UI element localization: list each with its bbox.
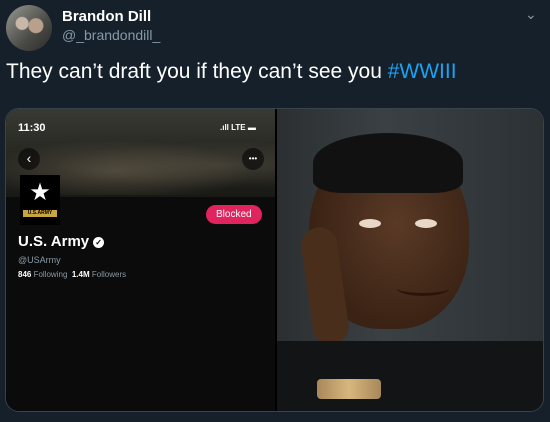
- profile-handle: @USArmy: [18, 255, 61, 265]
- blocked-badge: Blocked: [206, 205, 262, 224]
- following-label: Following: [33, 270, 68, 279]
- chevron-down-icon[interactable]: ⌄: [525, 6, 537, 23]
- meme-photo: [277, 109, 543, 411]
- signal-label: LTE: [231, 123, 246, 132]
- followers-label: Followers: [91, 270, 127, 279]
- back-arrow-icon: ‹: [18, 148, 40, 170]
- profile-stats: 846 Following 1.4M Followers: [18, 270, 126, 279]
- followers-count: 1.4M: [71, 270, 90, 279]
- tweet-media[interactable]: 11:30 .ıll LTE ▬ ‹ ••• ★ U.S.ARMY Blocke…: [5, 108, 544, 412]
- star-icon: ★: [29, 179, 51, 206]
- profile-name-text: U.S. Army: [18, 233, 90, 250]
- smile: [397, 281, 449, 296]
- hair-shape: [313, 133, 463, 193]
- shirt: [277, 341, 543, 411]
- left-eye: [359, 219, 381, 228]
- following-count: 846: [18, 270, 32, 279]
- verified-icon: ✓: [93, 237, 105, 248]
- right-eye: [415, 219, 437, 228]
- signal-indicator: .ıll LTE ▬: [220, 123, 256, 132]
- profile-screenshot: 11:30 .ıll LTE ▬ ‹ ••• ★ U.S.ARMY Blocke…: [6, 109, 275, 411]
- author-name[interactable]: Brandon Dill: [62, 8, 151, 25]
- author-avatar[interactable]: [6, 5, 52, 51]
- tweet-text: They can’t draft you if they can’t see y…: [6, 60, 457, 84]
- army-logo: ★ U.S.ARMY: [20, 175, 60, 225]
- tweet-body: They can’t draft you if they can’t see y…: [6, 60, 388, 83]
- status-time: 11:30: [18, 122, 46, 134]
- logo-text: U.S.ARMY: [23, 210, 57, 217]
- watch: [317, 379, 381, 399]
- hashtag-link[interactable]: #WWIII: [388, 60, 457, 83]
- more-options-icon: •••: [242, 148, 264, 170]
- profile-name: U.S. Army ✓: [18, 233, 105, 250]
- author-handle[interactable]: @_brandondill_: [62, 27, 160, 43]
